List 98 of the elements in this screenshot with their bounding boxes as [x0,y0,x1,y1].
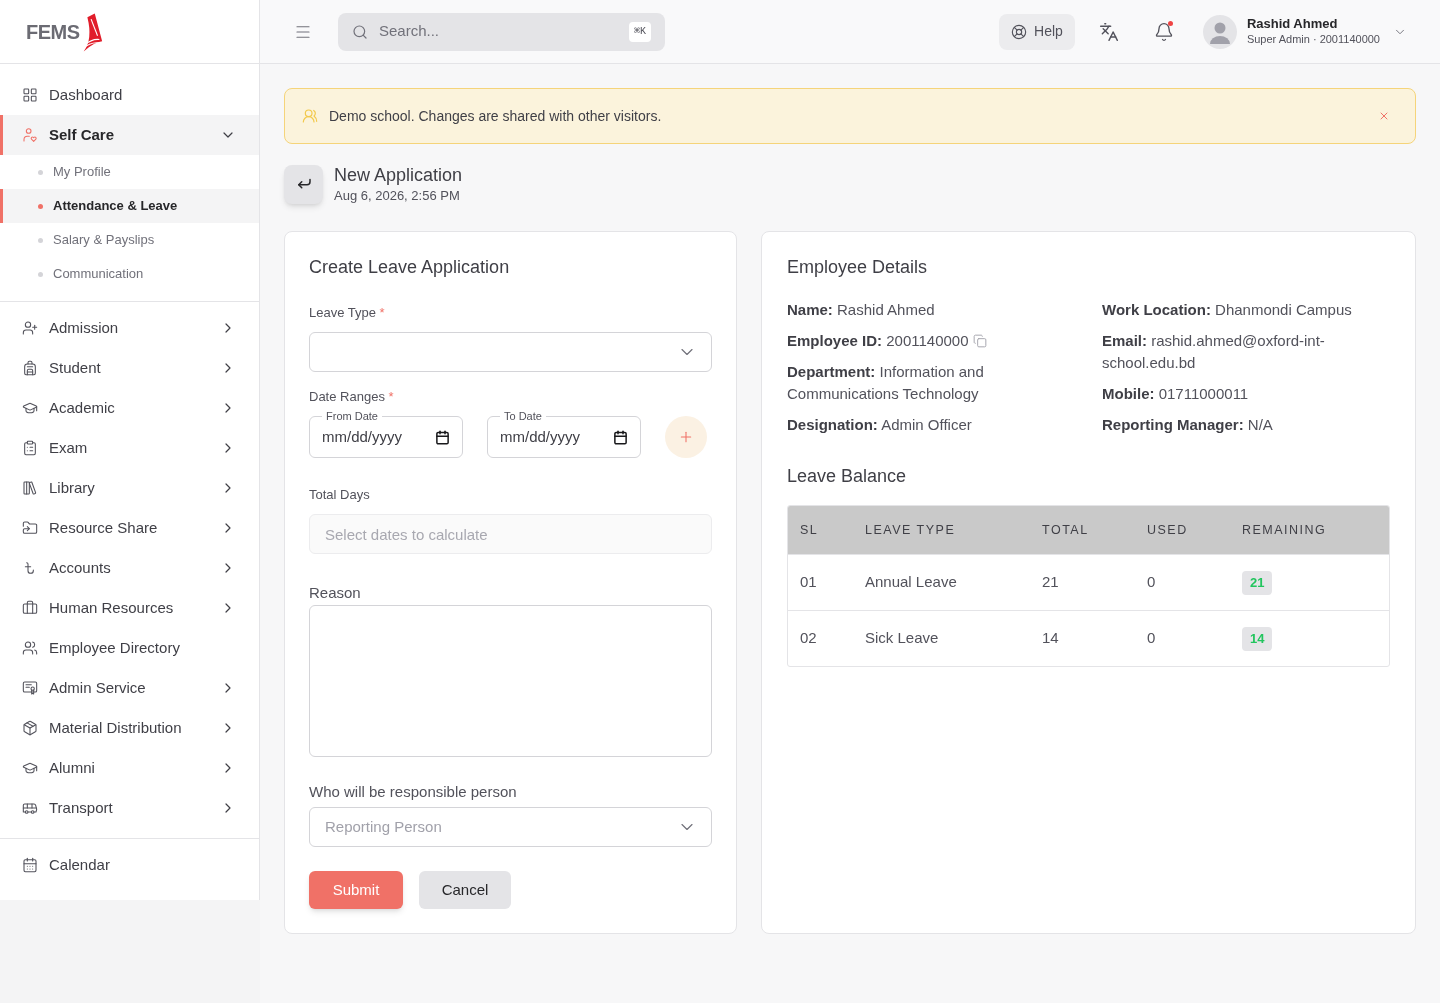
table-cell-text: 01 [799,572,818,593]
detail-text: Name: Rashid Ahmed [787,300,935,320]
user-name: Rashid Ahmed [1246,16,1339,32]
detail-text: Work Location: Dhanmondi Campus [1102,300,1352,320]
field-label: Reason [309,583,362,603]
graduation-cap-icon [22,760,38,776]
table-cell-text: 21 [1042,572,1060,593]
field-label: Total Days [309,486,371,504]
copy-icon[interactable] [972,334,987,348]
leave-type-select[interactable] [309,332,712,372]
field-label: Who will be responsible person [309,782,518,802]
bullet-icon [38,203,43,209]
bullet-icon [38,271,43,277]
sidebar-item[interactable]: Exam [0,428,259,468]
column-header: TOTAL [1042,521,1090,539]
remaining-badge: 14 [1242,626,1273,651]
calendar-icon [613,430,628,445]
reason-field[interactable] [309,605,712,757]
bus-icon [22,800,38,816]
sidebar-item[interactable]: Library [0,468,259,508]
calendar-icon [435,430,450,445]
translate-icon [1098,21,1119,42]
sidebar-item[interactable]: Admission [0,308,259,348]
books-icon [22,480,38,496]
sidebar-item[interactable]: Human Resources [0,588,259,628]
page-title: New Application [334,164,463,187]
submenu-item[interactable]: My Profile [0,155,259,189]
sidebar-item[interactable]: Material Distribution [0,708,259,748]
detail-text: Designation: Admin Officer [787,415,972,435]
table-cell-text: 02 [799,628,818,649]
search-icon [352,23,368,40]
column-header: REMAINING [1242,521,1328,539]
card-title: Employee Details [787,256,929,279]
cancel-button[interactable]: Cancel [419,871,511,909]
table-cell-text: 0 [1147,628,1157,649]
table-cell-text: 14 [1042,628,1060,649]
field-label: Leave Type * [309,304,386,322]
add-date-range-button[interactable] [665,416,707,458]
from-date-field[interactable]: From Date mm/dd/yyyy [309,409,463,458]
to-date-field[interactable]: To Date mm/dd/yyyy [487,409,641,458]
sidebar-item[interactable]: Accounts [0,548,259,588]
sidebar-item[interactable]: Academic [0,388,259,428]
submenu-item[interactable]: Attendance & Leave [0,189,259,223]
detail-text: Department: Information and Communications Technology [787,362,985,404]
bullet-icon [38,237,43,243]
field-label: Date Ranges * [309,388,395,406]
table-cell-text: Sick Leave [865,628,940,649]
detail-text: Reporting Manager: N/A [1102,415,1273,435]
user-role: Super Admin · 2001140000 [1246,32,1380,47]
sidebar-item[interactable]: Admin Service [0,668,259,708]
close-button[interactable] [1378,110,1390,122]
lifebuoy-icon [1011,23,1028,40]
help-button[interactable]: Help [999,13,1075,50]
certificate-icon [22,680,38,696]
users-icon [302,108,318,124]
column-header: LEAVE TYPE [865,521,957,539]
sidebar-item[interactable]: Transport [0,788,259,828]
section-title: Leave Balance [787,465,908,488]
table-cell-text: Annual Leave [865,572,958,593]
table-cell-text: 0 [1147,572,1157,593]
card-title: Create Leave Application [309,256,511,279]
shortcut-key: ⌘K [628,21,651,42]
detail-text: Email: rashid.ahmed@oxford-int-school.edu.bd [1102,331,1326,373]
plus-icon [678,429,694,445]
grid-icon [22,87,38,103]
sidebar-item[interactable]: Self Care [0,115,259,155]
column-header: SL [799,521,820,539]
remaining-badge: 21 [1242,570,1273,595]
folder-arrow-icon [22,520,38,536]
user-plus-icon [22,320,38,336]
sidebar-item[interactable]: Alumni [0,748,259,788]
graduation-cap-icon [22,400,38,416]
submenu-item[interactable]: Salary & Payslips [0,223,259,257]
users-icon [22,640,38,656]
logo-text: FEMS [26,19,80,44]
sidebar-item[interactable]: Student [0,348,259,388]
submenu-item[interactable]: Communication [0,257,259,291]
notice-text: Demo school. Changes are shared with other visitors. [329,106,663,126]
briefcase-icon [22,600,38,616]
close-icon [1378,110,1390,122]
detail-text: Mobile: 01711000011 [1102,384,1249,404]
search-field[interactable]: Search... ⌘K [338,12,665,51]
backpack-icon [22,360,38,376]
bell-icon [1153,21,1174,42]
column-header: USED [1147,521,1189,539]
person-heart-icon [22,127,38,143]
sidebar-item[interactable]: Dashboard [0,75,259,115]
sidebar-item[interactable]: Resource Share [0,508,259,548]
box-icon [22,720,38,736]
detail-text: Employee ID: 2001140000 [787,331,969,351]
sidebar-item[interactable]: Employee Directory [0,628,259,668]
bullet-icon [38,169,43,175]
back-button[interactable] [284,164,323,204]
page-date: Aug 6, 2026, 2:56 PM [334,187,461,205]
avatar-icon [1202,14,1237,49]
clipboard-icon [22,440,38,456]
calendar-icon [22,857,38,873]
sidebar-item[interactable]: Calendar [0,845,259,885]
